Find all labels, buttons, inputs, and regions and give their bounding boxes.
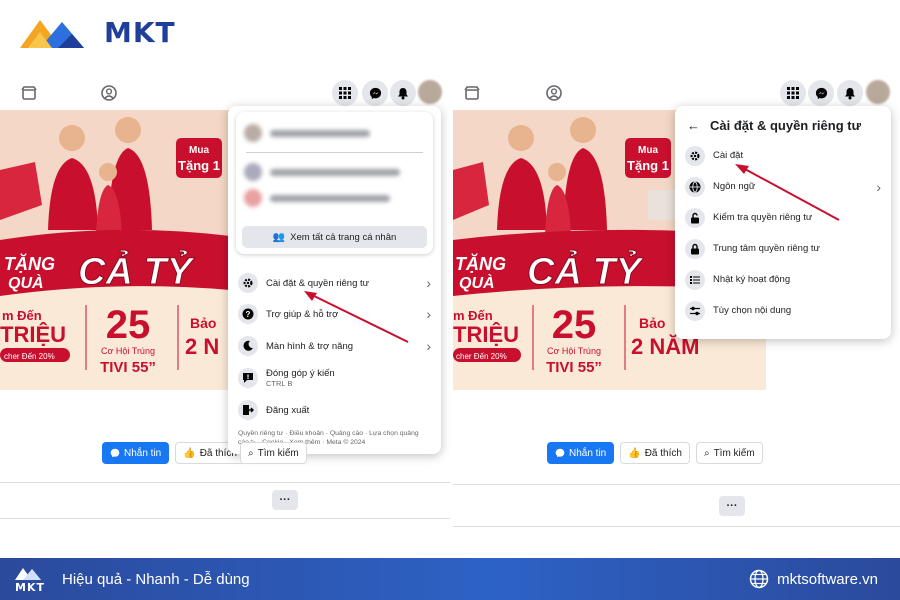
groups-icon[interactable] (100, 84, 118, 102)
liked-button[interactable]: 👍 Đã thích (620, 442, 690, 464)
notifications-button[interactable] (390, 80, 416, 106)
liked-label: Đã thích (644, 447, 682, 459)
left-offer-line2: TRIỆU (0, 322, 66, 347)
marketplace-icon[interactable] (463, 84, 481, 102)
sliders-icon (685, 300, 705, 321)
left-offer-line2: TRIỆU (453, 322, 519, 347)
slogan: Hiệu quả - Nhanh - Dễ dùng (62, 570, 250, 588)
menu-activity-log[interactable]: Nhật ký hoạt động (675, 264, 891, 295)
menu-content-preferences-label: Tùy chọn nội dung (713, 305, 792, 316)
more-options-button[interactable]: ··· (719, 496, 745, 516)
headline-word-1: TẶNG (4, 253, 55, 274)
mkt-logo-mark-icon (20, 20, 84, 48)
mid-offer-line2: TIVI 55” (546, 359, 602, 376)
chevron-right-icon: › (876, 178, 881, 195)
promo-banner-art: Mua Tặng 1 TẶNG QUÀ CẢ TỶ m Đến TRIỆU ch… (0, 110, 230, 390)
globe-icon (685, 176, 705, 197)
promo-badge-line2: Tặng 1 (627, 158, 669, 173)
message-button[interactable]: Nhắn tin (102, 442, 170, 464)
menu-grid-button[interactable] (780, 80, 806, 106)
right-screenshot: Mua Tặng 1 TẶNG QUÀ CẢ TỶ m Đến TRIỆU ch… (453, 76, 900, 532)
message-label: Nhắn tin (124, 447, 162, 459)
facebook-topbar (0, 76, 450, 110)
right-offer-line2: 2 N (185, 334, 219, 359)
profile-actions: Nhắn tin 👍 Đã thích (102, 442, 245, 464)
left-offer-line1: m Đến (453, 308, 493, 323)
messenger-icon (815, 87, 827, 99)
logo-text: MKT (104, 15, 176, 49)
mid-offer-line1: Cơ Hội Trúng (547, 346, 601, 356)
divider (0, 518, 450, 519)
footer-logo-text: MKT (15, 580, 45, 594)
website[interactable]: mktsoftware.vn (749, 569, 878, 589)
divider (0, 482, 450, 483)
footer-logo: MKT (14, 565, 46, 594)
submenu-title: Cài đặt & quyền riêng tư (710, 117, 861, 133)
message-button[interactable]: Nhắn tin (547, 442, 615, 464)
mid-offer-line2: TIVI 55” (100, 359, 156, 376)
search-icon: ⌕ (703, 447, 710, 459)
messenger-button[interactable] (362, 80, 388, 106)
messenger-icon (555, 448, 565, 458)
mid-offer-line1: Cơ Hội Trúng (101, 346, 155, 356)
mid-offer-number: 25 (552, 303, 597, 347)
account-avatar[interactable] (418, 80, 442, 104)
right-offer-line1: Bảo (639, 315, 665, 331)
lock-open-icon (685, 207, 705, 228)
bell-icon (845, 87, 855, 99)
more-options-button[interactable]: ··· (272, 490, 298, 510)
headline-word-2: QUÀ (459, 273, 495, 292)
headline-word-1: TẶNG (455, 253, 506, 274)
globe-icon (749, 569, 769, 589)
headline-main: CẢ TỶ (78, 249, 196, 293)
marketplace-icon[interactable] (20, 84, 38, 102)
list-icon (685, 269, 705, 290)
facebook-topbar (453, 76, 900, 110)
right-offer-line1: Bảo (190, 315, 216, 331)
headline-main: CẢ TỶ (527, 249, 645, 293)
promo-badge-line1: Mua (189, 145, 209, 156)
bell-icon (398, 87, 408, 99)
thumbs-up-icon: 👍 (628, 447, 641, 459)
messenger-icon (110, 448, 120, 458)
profile-actions: Nhắn tin 👍 Đã thích ⌕ Tìm kiếm (547, 442, 763, 464)
left-offer-line1: m Đến (2, 308, 42, 323)
message-label: Nhắn tin (569, 447, 607, 459)
left-screenshot: Mua Tặng 1 TẶNG QUÀ CẢ TỶ m Đến TRIỆU ch… (0, 76, 450, 532)
pointer-arrow (304, 291, 409, 343)
menu-privacy-center[interactable]: Trung tâm quyền riêng tư (675, 233, 891, 264)
search-button[interactable]: ⌕ Tìm kiếm (695, 442, 763, 464)
gear-icon (685, 145, 705, 166)
headline-word-2: QUÀ (8, 273, 44, 292)
menu-content-preferences[interactable]: Tùy chọn nội dung (675, 295, 891, 326)
promo-banner: Mua Tặng 1 TẶNG QUÀ CẢ TỶ m Đến TRIỆU ch… (0, 110, 230, 390)
grid-icon (787, 87, 799, 99)
mkt-logo-mark-icon (15, 567, 41, 580)
menu-privacy-center-label: Trung tâm quyền riêng tư (713, 243, 820, 254)
groups-icon[interactable] (545, 84, 563, 102)
messenger-icon (369, 87, 381, 99)
menu-grid-button[interactable] (332, 80, 358, 106)
promo-badge-line1: Mua (638, 145, 658, 156)
pointer-arrow (735, 164, 840, 221)
search-label: Tìm kiếm (713, 447, 755, 459)
divider (453, 526, 900, 527)
thumbs-up-icon: 👍 (183, 447, 196, 459)
submenu-header: ← Cài đặt & quyền riêng tư (675, 110, 891, 140)
account-avatar[interactable] (866, 80, 890, 104)
promo-badge-line2: Tặng 1 (178, 158, 220, 173)
messenger-button[interactable] (808, 80, 834, 106)
brand-footer-bar: MKT Hiệu quả - Nhanh - Dễ dùng mktsoftwa… (0, 558, 900, 600)
grid-icon (339, 87, 351, 99)
notifications-button[interactable] (837, 80, 863, 106)
left-offer-line3: cher Đến 20% (456, 352, 507, 361)
lock-icon (685, 238, 705, 259)
back-arrow-icon[interactable]: ← (687, 118, 700, 133)
mid-offer-number: 25 (106, 303, 151, 347)
mkt-logo: MKT (18, 14, 176, 50)
menu-activity-log-label: Nhật ký hoạt động (713, 274, 791, 285)
divider (453, 484, 900, 485)
left-offer-line3: cher Đến 20% (4, 352, 55, 361)
website-url: mktsoftware.vn (777, 570, 878, 588)
